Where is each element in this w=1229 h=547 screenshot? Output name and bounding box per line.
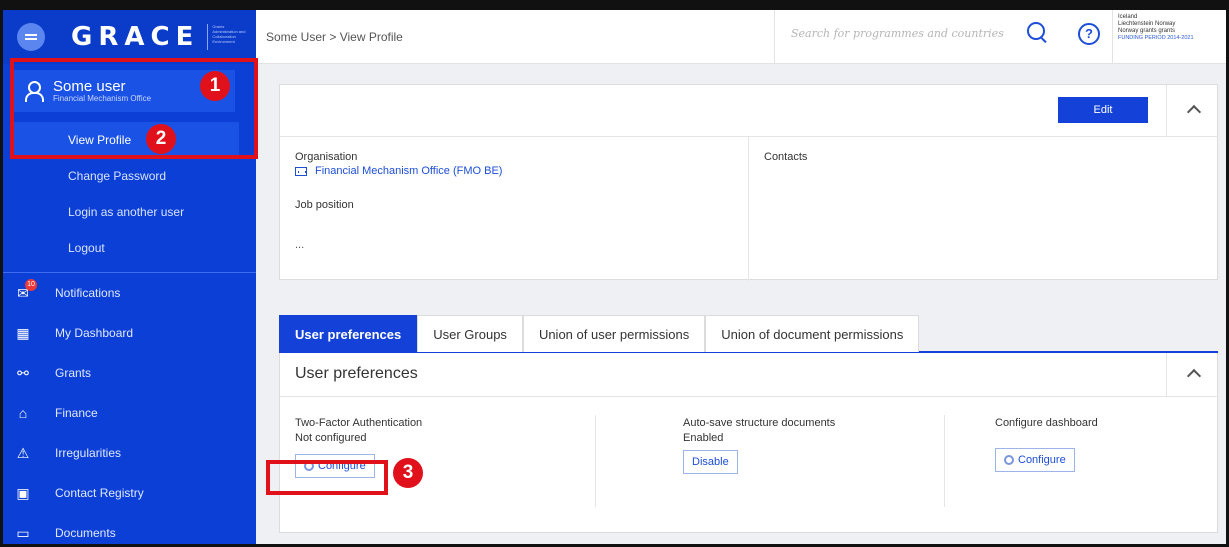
search-icon[interactable] <box>1027 22 1049 46</box>
folder-icon: ▭ <box>16 524 30 541</box>
contacts-label: Contacts <box>764 151 808 163</box>
dashboard-configure-button[interactable]: Configure <box>995 448 1075 472</box>
brand-logo[interactable]: GRACE <box>71 22 199 52</box>
brand-tagline: Grants Administration and Collaboration … <box>207 24 249 50</box>
profile-details: Organisation Financial Mechanism Office … <box>295 151 502 251</box>
funder-logo-line: Norway grants grants <box>1118 28 1176 34</box>
organisation-label: Organisation <box>295 151 358 163</box>
user-preferences-card: User preferences Two-Factor Authenticati… <box>279 353 1218 533</box>
tab-union-of-user-permissions[interactable]: Union of user permissions <box>522 315 706 352</box>
callout-number: 3 <box>393 458 423 488</box>
chevron-up-icon[interactable] <box>1186 368 1202 384</box>
nav-label: Finance <box>55 406 98 420</box>
organisation-value: Financial Mechanism Office (FMO BE) <box>315 165 503 177</box>
profile-card: Edit Organisation Financial Mechanism Of… <box>279 84 1218 281</box>
logout-link[interactable]: Logout <box>13 230 253 266</box>
divider <box>748 137 749 281</box>
nav-label: Contact Registry <box>55 486 144 500</box>
autosave-label: Auto-save structure documents <box>683 417 836 429</box>
top-bar: Some User > View Profile Search for prog… <box>256 10 1226 64</box>
tab-union-of-document-permissions[interactable]: Union of document permissions <box>705 315 920 352</box>
nav-label: Notifications <box>55 286 121 300</box>
nav-label: My Dashboard <box>55 326 134 340</box>
two-factor-label: Two-Factor Authentication <box>295 417 423 429</box>
funder-logo: Iceland Liechtenstein Norway Norway gran… <box>1118 14 1222 42</box>
grid-icon: ▦ <box>16 324 30 341</box>
preferences-title: User preferences <box>295 365 418 382</box>
nav-item-contact-registry[interactable]: ▣ Contact Registry <box>3 473 256 513</box>
funding-period: FUNDING PERIOD 2014-2021 <box>1118 35 1194 41</box>
nav-item-finance[interactable]: ⌂ Finance <box>3 393 256 433</box>
configure-dashboard-label: Configure dashboard <box>995 417 1098 429</box>
callout-box-configure <box>266 460 388 495</box>
dashboard-section: Configure dashboard Configure <box>995 417 1098 472</box>
main-nav: ✉ 10 Notifications ▦ My Dashboard ⚯ Grant… <box>3 272 256 547</box>
search-input[interactable]: Search for programmes and countries <box>774 10 1024 64</box>
divider <box>1166 353 1167 397</box>
nav-label: Irregularities <box>55 446 122 460</box>
breadcrumb: Some User > View Profile <box>266 30 403 44</box>
hamburger-icon <box>25 38 37 40</box>
funder-logo-line: Liechtenstein Norway <box>1118 21 1176 27</box>
preferences-header: User preferences <box>280 353 1217 397</box>
bank-icon: ⌂ <box>18 405 28 421</box>
callout-number: 1 <box>200 71 230 101</box>
organisation-icon <box>295 166 307 176</box>
change-password-link[interactable]: Change Password <box>13 158 253 194</box>
autosave-status: Enabled <box>683 432 724 444</box>
contact-icon: ▣ <box>16 484 30 501</box>
divider <box>944 415 945 507</box>
search-placeholder: Search for programmes and countries <box>791 27 1004 40</box>
envelope-icon: ✉ 10 <box>15 279 37 301</box>
divider <box>595 415 596 507</box>
nav-label: Grants <box>55 366 92 380</box>
edit-button[interactable]: Edit <box>1058 97 1148 123</box>
nav-item-irregularities[interactable]: ⚠ Irregularities <box>3 433 256 473</box>
profile-card-header: Edit <box>280 85 1217 137</box>
funder-logo-line: Iceland <box>1118 14 1138 20</box>
grants-icon: ⚯ <box>17 364 29 381</box>
brand-bar: GRACE Grants Administration and Collabor… <box>3 10 256 64</box>
autosave-section: Auto-save structure documents Enabled Di… <box>683 417 835 474</box>
nav-item-notifications[interactable]: ✉ 10 Notifications <box>3 273 256 313</box>
gear-icon <box>1004 455 1014 465</box>
menu-toggle-button[interactable] <box>17 23 45 51</box>
button-label: Disable <box>692 456 729 468</box>
divider <box>1112 10 1113 64</box>
button-label: Configure <box>1018 454 1066 466</box>
tab-user-preferences[interactable]: User preferences <box>279 315 418 352</box>
chevron-up-icon[interactable] <box>1186 104 1202 120</box>
notification-badge: 10 <box>25 279 37 291</box>
organisation-link[interactable]: Financial Mechanism Office (FMO BE) <box>295 165 502 177</box>
job-position-value: ... <box>295 239 305 251</box>
tab-user-groups[interactable]: User Groups <box>417 315 523 352</box>
warning-icon: ⚠ <box>16 444 30 461</box>
autosave-disable-button[interactable]: Disable <box>683 450 738 474</box>
nav-label: Documents <box>55 526 116 540</box>
job-position-label: Job position <box>295 199 354 211</box>
nav-item-documents[interactable]: ▭ Documents <box>3 513 256 547</box>
nav-item-grants[interactable]: ⚯ Grants <box>3 353 256 393</box>
divider <box>1166 85 1167 137</box>
nav-item-my-dashboard[interactable]: ▦ My Dashboard <box>3 313 256 353</box>
help-icon[interactable]: ? <box>1078 23 1100 45</box>
login-as-another-user-link[interactable]: Login as another user <box>13 194 253 230</box>
two-factor-status: Not configured <box>295 432 367 444</box>
profile-tabs: User preferences User Groups Union of us… <box>279 315 1218 353</box>
callout-number: 2 <box>146 124 176 154</box>
